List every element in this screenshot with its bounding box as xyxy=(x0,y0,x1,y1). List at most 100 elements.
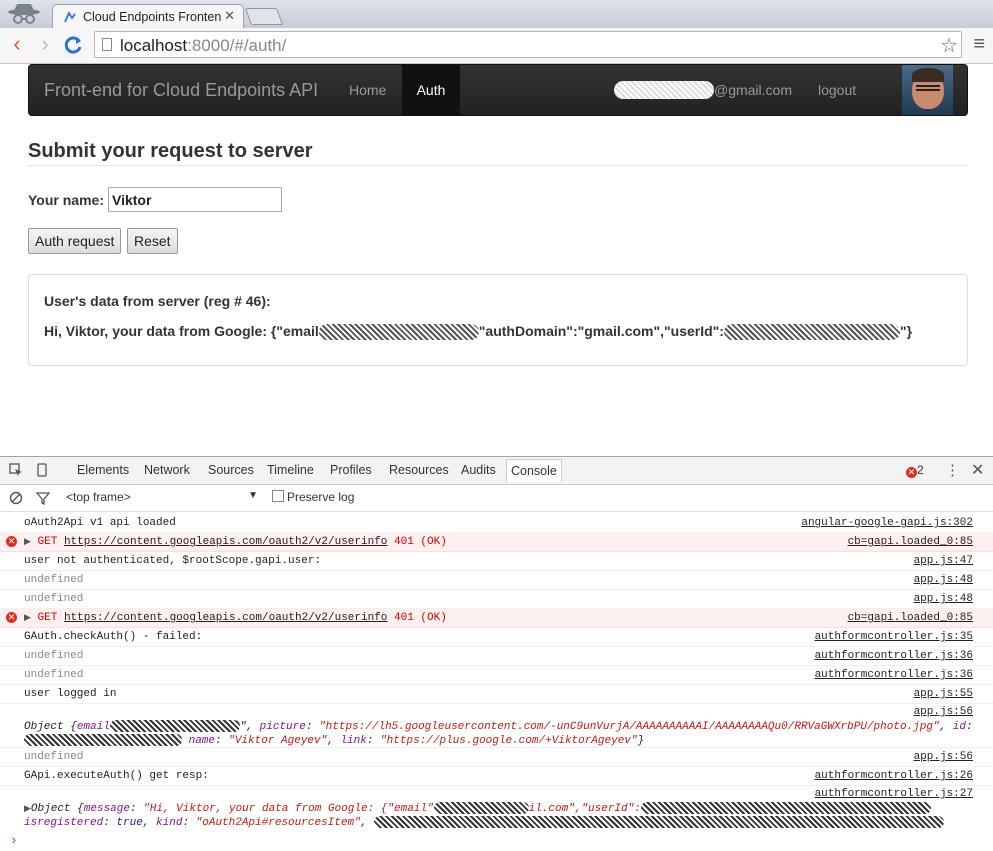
log-source-link[interactable]: angular-google-gapi.js:302 xyxy=(801,517,973,529)
object-value: true xyxy=(116,816,143,829)
object-prefix: Object { xyxy=(30,802,84,815)
console-error-row: ✕ ▶ GET https://content.googleapis.com/o… xyxy=(0,609,993,628)
log-source-link[interactable]: cb=gapi.loaded_0:85 xyxy=(848,612,973,624)
object-value: il.com","userId": xyxy=(528,802,641,815)
reset-button[interactable]: Reset xyxy=(127,228,178,254)
result-text-end: "} xyxy=(899,323,913,339)
console-row: oAuth2Api v1 api loaded angular-google-g… xyxy=(0,514,993,533)
object-key: isregistered xyxy=(24,816,104,829)
close-tab-icon[interactable]: ✕ xyxy=(224,8,235,24)
avatar xyxy=(902,65,953,115)
reload-icon[interactable] xyxy=(64,35,84,55)
frame-select-value: <top frame> xyxy=(66,490,131,504)
log-source-link[interactable]: app.js:56 xyxy=(914,751,973,763)
object-prefix: Object { xyxy=(24,720,77,733)
browser-toolbar: ‹ › localhost:8000/#/auth/ ☆ ≡ xyxy=(0,28,993,64)
tab-audits[interactable]: Audits xyxy=(461,463,496,477)
log-url-link[interactable]: https://content.googleapis.com/oauth2/v2… xyxy=(64,536,387,548)
preserve-log-label: Preserve log xyxy=(287,490,355,504)
brand-link[interactable]: Front-end for Cloud Endpoints API xyxy=(44,80,318,101)
result-text: Hi, Viktor, your data from Google: {"ema… xyxy=(44,323,913,341)
log-source-link[interactable]: app.js:48 xyxy=(914,593,973,605)
incognito-icon xyxy=(8,4,40,24)
url-path: :8000/#/auth/ xyxy=(187,36,287,55)
bookmark-star-icon[interactable]: ☆ xyxy=(940,33,958,58)
object-value: "https://lh5.googleusercontent.com/-unC9… xyxy=(319,720,940,733)
log-source-link[interactable]: app.js:55 xyxy=(914,688,973,700)
log-message: oAuth2Api v1 api loaded xyxy=(24,517,176,529)
log-source-link[interactable]: app.js:47 xyxy=(914,555,973,567)
console-row: user logged in app.js:55 xyxy=(0,685,993,704)
devtools-panel: Elements Network Sources Timeline Profil… xyxy=(0,456,993,851)
console-filter-bar: <top frame> ▼ Preserve log xyxy=(0,485,993,512)
object-value: "https://plus.google.com/+ViktorAgeyev" xyxy=(380,734,638,747)
close-devtools-icon[interactable]: ✕ xyxy=(971,460,984,480)
tab-timeline[interactable]: Timeline xyxy=(267,463,314,477)
clear-console-icon[interactable] xyxy=(9,491,23,505)
log-source-link[interactable]: app.js:48 xyxy=(914,574,973,586)
more-options-icon[interactable]: ⋮ xyxy=(945,461,960,479)
name-label: Your name: xyxy=(28,192,104,208)
app-navbar: Front-end for Cloud Endpoints API Home A… xyxy=(28,64,968,116)
auth-request-button[interactable]: Auth request xyxy=(28,228,122,254)
redacted-value xyxy=(433,802,529,814)
log-source-link[interactable]: authformcontroller.js:36 xyxy=(815,650,973,662)
url-text[interactable]: localhost:8000/#/auth/ xyxy=(120,36,286,56)
preserve-log-checkbox[interactable]: Preserve log xyxy=(272,490,354,504)
nav-home[interactable]: Home xyxy=(349,82,386,98)
expand-triangle-icon[interactable]: ▶ xyxy=(24,537,31,547)
console-row: undefined app.js:48 xyxy=(0,590,993,609)
expand-triangle-icon[interactable]: ▶ xyxy=(24,613,31,623)
device-mode-icon[interactable] xyxy=(35,463,49,477)
tab-network[interactable]: Network xyxy=(144,463,190,477)
log-message: undefined xyxy=(24,669,84,681)
result-text-mid: "authDomain":"gmail.com","userId": xyxy=(478,323,724,339)
object-key: email xyxy=(76,720,110,733)
log-message: undefined xyxy=(24,593,84,605)
address-bar[interactable]: localhost:8000/#/auth/ ☆ xyxy=(94,31,962,58)
console-row: GAuth.checkAuth() - failed: authformcont… xyxy=(0,628,993,647)
new-tab-button[interactable] xyxy=(244,8,284,25)
redacted-userid xyxy=(723,324,900,341)
console-prompt-icon[interactable]: › xyxy=(10,833,18,848)
log-source-link[interactable]: authformcontroller.js:27 xyxy=(815,788,973,800)
redacted-value xyxy=(24,734,182,746)
console-row: undefined app.js:56 xyxy=(0,748,993,767)
tab-profiles[interactable]: Profiles xyxy=(330,463,372,477)
back-icon[interactable]: ‹ xyxy=(6,33,28,57)
error-icon: ✕ xyxy=(6,536,17,547)
log-source-link[interactable]: authformcontroller.js:35 xyxy=(815,631,973,643)
nav-auth[interactable]: Auth xyxy=(402,65,460,115)
result-title: User's data from server (reg # 46): xyxy=(44,293,271,309)
log-method: GET xyxy=(37,612,58,624)
forward-icon[interactable]: › xyxy=(34,33,56,57)
logout-link[interactable]: logout xyxy=(818,82,856,98)
object-key: picture xyxy=(259,720,306,733)
log-url-link[interactable]: https://content.googleapis.com/oauth2/v2… xyxy=(64,612,387,624)
name-input[interactable] xyxy=(108,187,282,212)
log-source-link[interactable]: cb=gapi.loaded_0:85 xyxy=(848,536,973,548)
filter-icon[interactable] xyxy=(36,491,50,505)
log-source-link[interactable]: authformcontroller.js:36 xyxy=(815,669,973,681)
redacted-email xyxy=(614,81,714,99)
tab-resources[interactable]: Resources xyxy=(389,463,449,477)
tab-console[interactable]: Console xyxy=(506,459,562,482)
log-source-link[interactable]: authformcontroller.js:26 xyxy=(815,770,973,782)
log-status: 401 (OK) xyxy=(394,536,447,548)
page-icon xyxy=(102,38,112,51)
log-message: GApi.executeAuth() get resp: xyxy=(24,770,209,782)
console-error-row: ✕ ▶ GET https://content.googleapis.com/o… xyxy=(0,533,993,552)
inspect-element-icon[interactable] xyxy=(9,463,23,477)
frame-select[interactable]: <top frame> ▼ xyxy=(66,490,262,504)
tab-strip: Cloud Endpoints Fronten ✕ xyxy=(0,0,993,28)
log-message: undefined xyxy=(24,574,84,586)
expand-triangle-icon[interactable]: ▶ xyxy=(24,804,31,814)
url-host: localhost xyxy=(120,36,188,55)
log-source-link[interactable]: app.js:56 xyxy=(914,706,973,718)
tab-elements[interactable]: Elements xyxy=(77,463,129,477)
browser-tab[interactable]: Cloud Endpoints Fronten ✕ xyxy=(52,4,244,28)
object-key: name xyxy=(188,734,216,747)
chrome-menu-icon[interactable]: ≡ xyxy=(973,33,985,56)
error-count-badge[interactable]: ✕ 2 xyxy=(906,463,924,478)
tab-sources[interactable]: Sources xyxy=(208,463,254,477)
